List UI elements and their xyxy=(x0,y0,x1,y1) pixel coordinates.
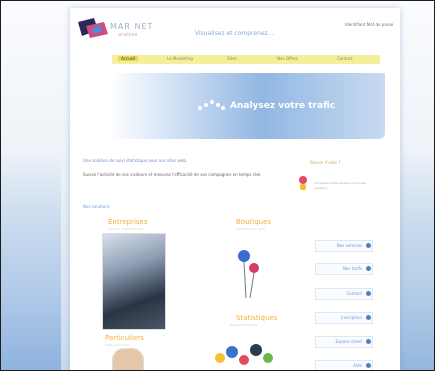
action-item-4[interactable]: Inscription xyxy=(315,312,373,324)
dots-decoration xyxy=(198,100,225,110)
category-sub-2: Commerce en ligne xyxy=(236,227,266,231)
login-box[interactable]: Identifiant Mot de passe xyxy=(345,22,393,28)
action-item-3[interactable]: Contact xyxy=(315,288,373,300)
header-slogan: Visualisez et comprenez... xyxy=(195,30,274,37)
category-title-4[interactable]: Statistiques xyxy=(236,314,277,322)
solutions-heading: Nos solutions xyxy=(83,204,110,209)
nav-item-sites[interactable]: Sites xyxy=(227,56,237,61)
category-sub-4: Rapports détaillés xyxy=(230,323,258,327)
site-logo[interactable] xyxy=(76,16,110,40)
nav-item-contact[interactable]: Contact xyxy=(337,56,353,61)
web-page: MAR NET analyse Visualisez et comprenez.… xyxy=(70,8,400,371)
arrow-icon xyxy=(366,243,371,248)
arrow-icon xyxy=(366,363,371,368)
category-image-3[interactable] xyxy=(112,348,144,370)
category-image-4[interactable] xyxy=(210,338,280,371)
intro-text: Une solution de suivi statistique pour v… xyxy=(83,158,188,163)
arrow-icon xyxy=(366,291,371,296)
arrow-icon xyxy=(366,315,371,320)
category-image-2[interactable] xyxy=(230,238,270,303)
intro-description: Suivez l'activité de vos visiteurs et me… xyxy=(83,172,262,177)
arrow-icon xyxy=(366,266,371,271)
action-label-4: Inscription xyxy=(341,315,362,320)
action-label-5: Espace client xyxy=(335,339,362,344)
category-sub-3: Sites personnels xyxy=(105,343,130,347)
action-item-5[interactable]: Espace client xyxy=(315,336,373,348)
location-icon xyxy=(299,176,307,190)
banner-headline: Analysez votre trafic xyxy=(230,101,336,111)
sidebar-title: Besoin d'aide ? xyxy=(310,160,341,165)
main-nav: Accueil Le Marketing Sites Nos Offres Co… xyxy=(112,55,380,64)
action-label-2: Nos tarifs xyxy=(342,266,362,271)
action-item-2[interactable]: Nos tarifs xyxy=(315,263,373,275)
sidebar-text: Contactez notre équipe pour toute questi… xyxy=(314,181,366,190)
brand-subtitle: analyse xyxy=(118,32,138,38)
left-background xyxy=(1,151,61,370)
action-label-1: Nos services xyxy=(336,243,362,248)
nav-item-offers[interactable]: Nos Offres xyxy=(277,56,298,61)
hero-banner: Analysez votre trafic xyxy=(110,73,385,139)
action-item-1[interactable]: Nos services xyxy=(315,240,373,252)
category-sub-1: Pour les professionnels xyxy=(108,227,143,231)
category-title-2[interactable]: Boutiques xyxy=(236,218,271,226)
category-image-1[interactable] xyxy=(102,233,166,330)
category-title-1[interactable]: Entreprises xyxy=(108,218,148,226)
category-title-3[interactable]: Particuliers xyxy=(105,334,144,342)
action-label-3: Contact xyxy=(346,291,362,296)
nav-item-marketing[interactable]: Le Marketing xyxy=(167,56,193,61)
action-label-6: Aide xyxy=(353,363,362,368)
screenshot-frame: MAR NET analyse Visualisez et comprenez.… xyxy=(0,0,435,371)
right-background xyxy=(394,151,434,370)
brand-name: MAR NET xyxy=(110,22,154,31)
nav-item-home[interactable]: Accueil xyxy=(118,56,139,61)
arrow-icon xyxy=(366,339,371,344)
action-item-6[interactable]: Aide xyxy=(315,360,373,370)
